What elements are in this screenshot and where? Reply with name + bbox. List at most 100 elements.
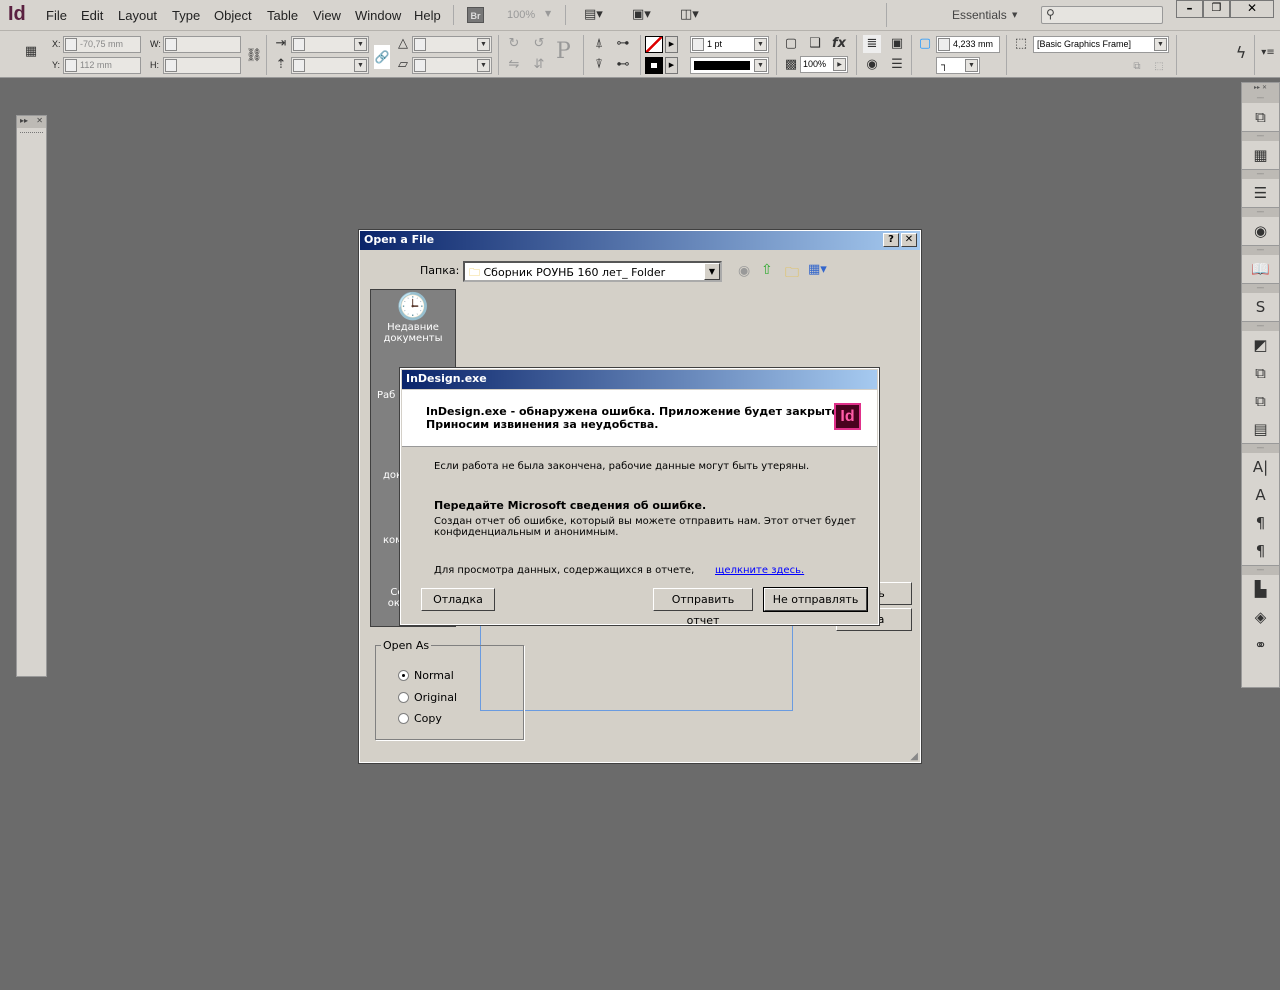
chevron-down-icon[interactable]: ▼: [1012, 11, 1017, 19]
close-icon[interactable]: ✕: [36, 116, 46, 125]
arrange-documents-icon[interactable]: ◫▾: [680, 6, 699, 24]
zoom-level[interactable]: 100%: [507, 9, 535, 21]
chevron-down-icon[interactable]: ▼: [1154, 38, 1167, 51]
chevron-down-icon[interactable]: ▼: [354, 59, 367, 72]
stroke-dropdown[interactable]: ▶: [665, 57, 678, 74]
stroke-type-select[interactable]: ▼: [690, 57, 769, 74]
stroke-icon[interactable]: ☰: [1242, 179, 1279, 207]
resize-grip-icon[interactable]: ◢: [910, 751, 918, 762]
scale-y-field[interactable]: ▼: [291, 57, 369, 74]
spinner[interactable]: [414, 38, 426, 51]
new-style-icon[interactable]: ⬚: [1150, 58, 1168, 76]
swatches-icon[interactable]: ▦: [1242, 141, 1279, 169]
gradient-icon[interactable]: S: [1242, 293, 1279, 321]
table-styles-icon[interactable]: ⧉: [1242, 387, 1279, 415]
panel-header[interactable]: ▸▸ ✕: [17, 116, 46, 128]
text-wrap-icon[interactable]: ◉: [1242, 217, 1279, 245]
scale-x-field[interactable]: ▼: [291, 36, 369, 53]
drag-handle[interactable]: ┈┈: [1242, 170, 1279, 179]
spinner[interactable]: [65, 38, 77, 51]
opacity-field[interactable]: 100% ▶: [800, 56, 848, 73]
drag-handle[interactable]: ┈┈: [1242, 132, 1279, 141]
drag-handle[interactable]: ┈┈: [1242, 444, 1279, 453]
debug-button[interactable]: Отладка: [421, 588, 495, 611]
chevron-down-icon[interactable]: ▼: [477, 38, 490, 51]
expand-icon[interactable]: ▸▸: [20, 116, 28, 125]
send-report-button[interactable]: Отправить отчет: [653, 588, 753, 627]
up-folder-icon[interactable]: ⇧: [761, 262, 773, 278]
radio-button[interactable]: [398, 670, 409, 681]
effects-icon[interactable]: ◩: [1242, 331, 1279, 359]
menu-help[interactable]: Help: [414, 8, 441, 23]
rotate-ccw-icon[interactable]: ↺: [530, 35, 548, 53]
chevron-down-icon[interactable]: ▼: [545, 9, 551, 18]
view-report-link[interactable]: щелкните здесь.: [715, 565, 804, 576]
spinner[interactable]: [414, 59, 426, 72]
radio-copy[interactable]: Copy: [398, 712, 442, 725]
place-desktop[interactable]: Раб: [377, 390, 395, 401]
menu-window[interactable]: Window: [355, 8, 401, 23]
spinner[interactable]: [293, 38, 305, 51]
pages-icon[interactable]: ⧉: [1242, 103, 1279, 131]
close-button[interactable]: ✕: [901, 233, 917, 247]
back-icon[interactable]: ◉: [738, 263, 750, 279]
chevron-down-icon[interactable]: ▼: [754, 59, 767, 72]
drag-handle[interactable]: ┈┈: [1242, 246, 1279, 255]
stroke-swatch[interactable]: [645, 57, 663, 74]
menu-table[interactable]: Table: [267, 8, 298, 23]
chevron-down-icon[interactable]: ▼: [965, 59, 978, 72]
chevron-down-icon[interactable]: ▼: [754, 38, 767, 51]
flip-horizontal-icon[interactable]: ⇋: [505, 56, 523, 74]
object-styles-icon[interactable]: ⧉: [1242, 359, 1279, 387]
chevron-down-icon[interactable]: ▼: [477, 59, 490, 72]
height-field[interactable]: [163, 57, 241, 74]
panel-menu-icon[interactable]: ▾≡: [1259, 44, 1277, 62]
expand-icon[interactable]: ▸▸: [1254, 84, 1260, 91]
place-recent[interactable]: 🕒 Недавние документы: [371, 292, 455, 344]
radio-button[interactable]: [398, 713, 409, 724]
close-button[interactable]: ✕: [1230, 0, 1274, 18]
links-icon[interactable]: ⚭: [1242, 631, 1279, 659]
layers-icon[interactable]: ◈: [1242, 603, 1279, 631]
drag-handle[interactable]: ┈┈: [1242, 322, 1279, 331]
folder-select[interactable]: 🗀 Сборник РОУНБ 160 лет_ Folder ▼: [463, 261, 722, 282]
help-button[interactable]: ?: [883, 233, 899, 247]
text-wrap-shape-icon[interactable]: ◉: [863, 56, 881, 74]
shear-field[interactable]: ▼: [412, 57, 492, 74]
spinner[interactable]: [938, 38, 950, 51]
chevron-down-icon[interactable]: ▼: [704, 263, 720, 280]
menu-type[interactable]: Type: [172, 8, 200, 23]
radio-normal[interactable]: Normal: [398, 669, 454, 682]
drag-handle[interactable]: ┈┈: [1242, 284, 1279, 293]
menu-view[interactable]: View: [313, 8, 341, 23]
link-scale-icon[interactable]: 🔗: [374, 45, 390, 69]
spinner[interactable]: [293, 59, 305, 72]
menu-file[interactable]: File: [46, 8, 67, 23]
paragraph-styles-icon[interactable]: ¶: [1242, 537, 1279, 565]
fill-dropdown[interactable]: ▶: [665, 36, 678, 53]
select-content-icon[interactable]: ⍒: [590, 56, 608, 74]
table-icon[interactable]: ▤: [1242, 415, 1279, 443]
spinner[interactable]: [165, 38, 177, 51]
book-icon[interactable]: 📖: [1242, 255, 1279, 283]
menu-object[interactable]: Object: [214, 8, 252, 23]
x-field[interactable]: -70,75 mm: [63, 36, 141, 53]
select-next-icon[interactable]: ⊷: [614, 56, 632, 74]
spinner[interactable]: [692, 38, 704, 51]
flip-vertical-icon[interactable]: ⇵: [530, 56, 548, 74]
reference-point-icon[interactable]: ▦: [22, 43, 40, 61]
radio-button[interactable]: [398, 692, 409, 703]
drop-shadow-icon[interactable]: ▢: [782, 35, 800, 53]
drag-handle[interactable]: ┈┈: [1242, 94, 1279, 103]
spinner[interactable]: [65, 59, 77, 72]
screen-mode-icon[interactable]: ▤▾: [584, 6, 603, 24]
text-wrap-bbox-icon[interactable]: ▣: [888, 35, 906, 53]
chevron-right-icon[interactable]: ▶: [833, 58, 846, 71]
radio-original[interactable]: Original: [398, 691, 457, 704]
new-folder-icon[interactable]: 🗀: [785, 262, 799, 286]
fill-swatch[interactable]: [645, 36, 663, 53]
view-menu-icon[interactable]: ▦▾: [808, 262, 827, 277]
spinner[interactable]: [165, 59, 177, 72]
select-container-icon[interactable]: ⍋: [590, 35, 608, 53]
rotation-field[interactable]: ▼: [412, 36, 492, 53]
